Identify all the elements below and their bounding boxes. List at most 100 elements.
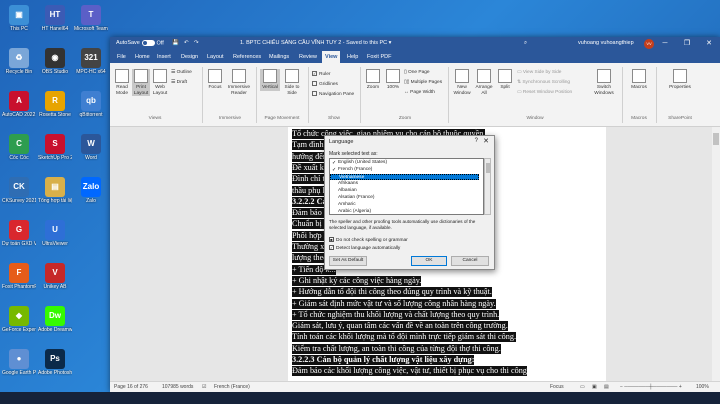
desktop-icon[interactable]: DwAdobe Dreamweaver	[38, 303, 72, 343]
ok-button[interactable]: OK	[411, 256, 447, 266]
language-list[interactable]: ✓ English (United States) ✓ French (France)…	[329, 158, 484, 215]
document-line[interactable]: + Tổ chức nghiệm thu khối lượng và chất …	[292, 309, 500, 320]
language-status[interactable]: French (France)	[214, 384, 250, 390]
web-layout-icon[interactable]: ▤	[604, 384, 609, 390]
language-list-item[interactable]: ✓ French (France)	[330, 167, 479, 173]
document-line[interactable]: Đảm bảo các khối lượng công việc, vật tư…	[292, 366, 527, 377]
language-list-item[interactable]: Albanian	[330, 188, 479, 194]
document-line[interactable]: Kiểm tra chất lượng, an toàn thi công củ…	[292, 343, 501, 354]
focus-mode[interactable]: Focus	[550, 384, 564, 390]
desktop-icon[interactable]: CK CKSurvey 2021	[2, 174, 36, 214]
outline-button[interactable]: ☰ Outline	[171, 70, 192, 75]
tab-foxit-pdf[interactable]: Foxit PDF	[364, 51, 394, 63]
gridlines-checkbox[interactable]: Gridlines	[312, 81, 338, 87]
zoom-slider[interactable]: − ───────┼─────── +	[620, 384, 682, 390]
autosave-toggle[interactable]: Off	[142, 40, 164, 46]
reset-window-position-button[interactable]: ▭ Reset Window Position	[517, 90, 572, 95]
language-list-item[interactable]: Vietnamese	[330, 174, 479, 180]
document-line[interactable]: Tính toán các khối lượng mà tổ đội mình …	[292, 332, 516, 343]
desktop-icon[interactable]: qb qBittorrent	[74, 88, 108, 128]
vertical-scrollbar[interactable]	[712, 127, 720, 381]
one-page-button[interactable]: ▯ One Page	[404, 70, 430, 75]
desktop-icon[interactable]: V Unikey AB	[38, 260, 72, 300]
document-line[interactable]: + Hướng dẫn tổ đội thi công theo đúng qu…	[292, 287, 492, 298]
print-layout-icon[interactable]: ▣	[592, 384, 597, 390]
detect-language-checkbox[interactable]: ✓ Detect language automatically	[329, 245, 400, 251]
desktop-icon[interactable]: ◉ OBS Studio	[38, 45, 72, 85]
desktop-icon[interactable]: FFoxit PhantomPDF	[2, 260, 36, 300]
close-icon[interactable]: ✕	[698, 37, 720, 51]
new-window-button[interactable]: New Window	[452, 69, 472, 96]
desktop-icon[interactable]: U UltraViewer	[38, 217, 72, 257]
search-icon[interactable]: ⌕	[524, 40, 527, 47]
navigation-pane-checkbox[interactable]: Navigation Pane	[312, 91, 354, 97]
help-icon[interactable]: ?	[475, 138, 478, 144]
tab-file[interactable]: File	[114, 51, 129, 63]
macros-button[interactable]: Macros	[628, 69, 650, 91]
desktop-icon[interactable]: W Word	[74, 131, 108, 171]
save-icon[interactable]: 💾	[172, 40, 179, 46]
language-list-item[interactable]: Amharic	[330, 202, 479, 208]
print-layout-button[interactable]: Print Layout	[132, 69, 150, 96]
avatar[interactable]: VV	[644, 39, 654, 49]
tab-home[interactable]: Home	[132, 51, 153, 63]
tab-references[interactable]: References	[230, 51, 264, 63]
zoom-button[interactable]: Zoom	[364, 69, 382, 91]
multiple-pages-button[interactable]: ▯▯ Multiple Pages	[404, 80, 442, 85]
desktop-icon[interactable]: SSketchUp Pro 2021	[38, 131, 72, 171]
desktop-icon[interactable]: GDự toán GXD Version 2023	[2, 217, 36, 257]
set-as-default-button[interactable]: Set As Default	[329, 256, 367, 266]
desktop-icon[interactable]: ●Google Earth Pro	[2, 346, 36, 386]
language-list-item[interactable]: Alsatian (France)	[330, 195, 479, 201]
scrollbar-thumb[interactable]	[486, 163, 490, 173]
desktop-icon[interactable]: PsAdobe Photoshop	[38, 346, 72, 386]
language-list-scrollbar[interactable]	[484, 158, 491, 215]
do-not-check-spelling-checkbox[interactable]: ■ Do not check spelling or grammar	[329, 237, 408, 243]
redo-icon[interactable]: ↷	[194, 40, 199, 46]
document-line[interactable]: 3.2.2.3 Cán bộ quản lý chất lượng vật li…	[292, 355, 475, 365]
desktop-icon[interactable]: HT HT Hanel64	[38, 2, 72, 42]
view-side-by-side-button[interactable]: ▭ View Side by Side	[517, 70, 561, 75]
proofing-icon[interactable]: ☑	[202, 384, 206, 390]
desktop-icon[interactable]: Zalo Zalo	[74, 174, 108, 214]
vertical-button[interactable]: Vertical	[260, 69, 280, 91]
language-list-item[interactable]: ✓ English (United States)	[330, 160, 479, 166]
desktop-icon[interactable]: T Microsoft Teams	[74, 2, 108, 42]
focus-button[interactable]: Focus	[206, 69, 224, 91]
side-to-side-button[interactable]: Side to Side	[282, 69, 302, 96]
synchronous-scrolling-button[interactable]: ⇅ Synchronous Scrolling	[517, 80, 570, 85]
word-count[interactable]: 107985 words	[162, 384, 193, 390]
tab-insert[interactable]: Insert	[154, 51, 174, 63]
web-layout-button[interactable]: Web Layout	[151, 69, 169, 96]
draft-button[interactable]: ☰ Draft	[171, 80, 187, 85]
language-list-item[interactable]: Arabic (Algeria)	[330, 209, 479, 214]
zoom-100-button[interactable]: 100%	[384, 69, 402, 91]
read-mode-icon[interactable]: ▭	[580, 384, 585, 390]
document-line[interactable]: + Ghi nhật ký các công việc hàng ngày.	[292, 275, 422, 286]
zoom-level[interactable]: 100%	[696, 384, 709, 390]
tab-help[interactable]: Help	[344, 51, 361, 63]
desktop-icon[interactable]: 321 MPC-HC x64	[74, 45, 108, 85]
desktop-icon[interactable]: AAutoCAD 2022 - Eng	[2, 88, 36, 128]
desktop-icon[interactable]: C Cốc Cốc	[2, 131, 36, 171]
desktop-icon[interactable]: ◆GeForce Experience	[2, 303, 36, 343]
document-line[interactable]: Giám sát, lưu ý, quan tâm các vấn đề về …	[292, 321, 508, 332]
undo-icon[interactable]: ↶	[184, 40, 189, 46]
properties-button[interactable]: Properties	[666, 69, 694, 91]
desktop-icon[interactable]: ▣ This PC	[2, 2, 36, 42]
user-name[interactable]: vuhoang vuhoangthiep	[578, 40, 634, 46]
tab-layout[interactable]: Layout	[204, 51, 227, 63]
tab-mailings[interactable]: Mailings	[266, 51, 292, 63]
tab-view[interactable]: View	[322, 51, 341, 63]
desktop-icon[interactable]: ♻ Recycle Bin	[2, 45, 36, 85]
read-mode-button[interactable]: Read Mode	[113, 69, 131, 96]
ruler-checkbox[interactable]: ✓ Ruler	[312, 71, 330, 77]
arrange-all-button[interactable]: Arrange All	[474, 69, 494, 96]
restore-icon[interactable]: ❐	[676, 37, 698, 51]
page-count[interactable]: Page 16 of 276	[114, 384, 148, 390]
tab-review[interactable]: Review	[296, 51, 320, 63]
page-width-button[interactable]: ↔ Page Width	[404, 90, 435, 95]
language-list-item[interactable]: Afrikaans	[330, 181, 479, 187]
minimize-icon[interactable]: ─	[654, 37, 676, 51]
immersive-reader-button[interactable]: Immersive Reader	[226, 69, 252, 96]
